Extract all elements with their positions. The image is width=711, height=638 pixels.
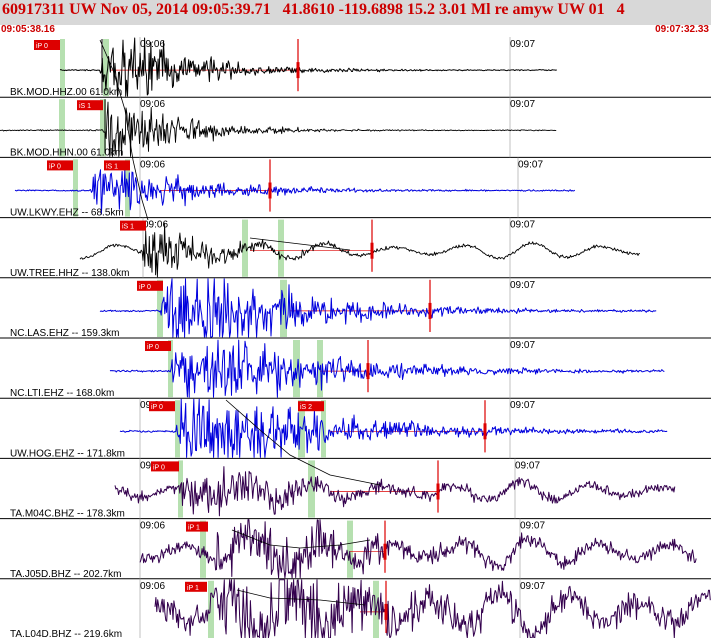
- pick-window-marker: [347, 520, 353, 578]
- phase-pick-label: iP 0: [151, 404, 163, 411]
- phase-pick-label: iP 0: [36, 43, 48, 50]
- time-tick-label: 09:07: [510, 220, 535, 231]
- pick-marker-blob: [483, 423, 487, 440]
- phase-pick-label: iP 1: [188, 525, 200, 532]
- pick-marker-blob: [383, 543, 387, 560]
- seismogram-viewer: 60917311 UW Nov 05, 2014 09:05:39.71 41.…: [0, 0, 711, 638]
- phase-pick-label: iS 2: [300, 404, 312, 411]
- pick-marker-blob: [366, 363, 370, 380]
- time-tick-label: 09:06: [140, 521, 165, 532]
- pick-window-marker: [208, 580, 214, 638]
- seismic-waveform: [79, 222, 641, 278]
- pick-marker-blob: [428, 302, 432, 319]
- seismogram-panel: 09:06 09:07 iP 0 BK.MOD.HHZ.00 61.0km 09:06 0…: [0, 37, 711, 638]
- seismic-waveform: [99, 278, 657, 338]
- time-tick-label: 09:07: [510, 400, 535, 411]
- phase-pick-label: iP 1: [187, 585, 199, 592]
- station-label: UW.TREE.HHZ -- 138.0km: [10, 268, 129, 279]
- pick-window-marker: [278, 219, 284, 277]
- phase-pick-label: iS 1: [106, 163, 118, 170]
- phase-pick-label: iP 0: [147, 344, 159, 351]
- time-tick-label: 09:07: [520, 581, 545, 592]
- time-tick-label: 09:06: [140, 581, 165, 592]
- station-label: TA.J05D.BHZ -- 202.7km: [10, 569, 122, 580]
- time-tick-label: 09:06: [140, 39, 165, 50]
- phase-pick-label: iP 0: [139, 284, 151, 291]
- seismic-waveform: [139, 519, 697, 579]
- pick-marker-blob: [370, 242, 374, 259]
- time-tick-label: 09:06: [140, 99, 165, 110]
- pick-marker-blob: [296, 62, 300, 79]
- time-tick-label: 09:07: [510, 340, 535, 351]
- phase-pick-label: iP 0: [153, 464, 165, 471]
- pick-marker-blob: [436, 483, 440, 500]
- station-label: BK.MOD.HHZ.00 61.0km: [10, 87, 122, 98]
- time-tick-label: 09:07: [520, 521, 545, 532]
- seismic-waveform: [154, 579, 711, 638]
- station-label: NC.LAS.EHZ -- 159.3km: [10, 328, 119, 339]
- phase-pick-label: iS 1: [122, 224, 134, 231]
- time-tick-label: 09:07: [510, 280, 535, 291]
- phase-pick-label: iS 1: [79, 103, 91, 110]
- pick-marker-blob: [268, 182, 272, 199]
- pick-marker-blob: [384, 603, 388, 620]
- station-label: TA.M04C.BHZ -- 178.3km: [10, 509, 125, 520]
- seismic-waveform: [119, 398, 668, 458]
- seismic-waveform: [114, 466, 676, 517]
- station-label: NC.LTI.EHZ -- 168.0km: [10, 388, 114, 399]
- phase-pick-label: iP 0: [49, 163, 61, 170]
- time-tick-label: 09:07: [518, 159, 543, 170]
- station-label: TA.L04D.BHZ -- 219.6km: [10, 629, 122, 638]
- time-tick-label: 09:07: [510, 39, 535, 50]
- station-label: BK.MOD.HHN.00 61.0km: [10, 147, 123, 158]
- time-tick-label: 09:07: [510, 99, 535, 110]
- time-tick-label: 09:07: [515, 460, 540, 471]
- seismic-waveform: [109, 339, 665, 398]
- seismic-waveform: [59, 37, 557, 97]
- station-label: UW.HOG.EHZ -- 171.8km: [10, 448, 125, 459]
- time-tick-label: 09:06: [140, 159, 165, 170]
- station-label: UW.LKWY.EHZ -- 68.5km: [10, 208, 124, 219]
